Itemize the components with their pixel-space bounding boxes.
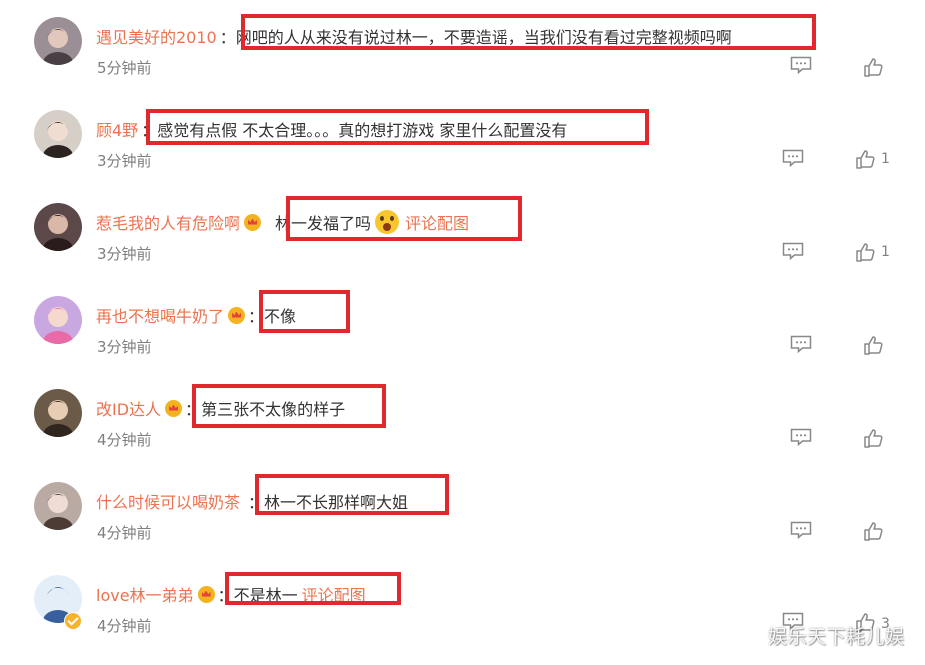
comment-icon[interactable] <box>790 335 812 353</box>
comment-icon[interactable] <box>790 521 812 539</box>
watermark: 娱乐天下耗儿娱 <box>768 626 905 648</box>
highlight-box <box>146 109 649 145</box>
verified-badge-icon <box>64 612 82 630</box>
comment-item: 惹毛我的人有危险啊 林一发福了吗 评论配图 3分钟前 1 <box>0 196 925 293</box>
highlight-box <box>192 384 386 428</box>
highlight-box <box>259 290 350 333</box>
username[interactable]: 再也不想喝牛奶了 <box>96 303 224 327</box>
avatar[interactable] <box>34 203 82 251</box>
highlight-box <box>286 196 522 241</box>
thumb-up-icon[interactable] <box>863 428 883 448</box>
username[interactable]: 遇见美好的2010 <box>96 24 217 48</box>
comment-item: 改ID达人 ： 第三张不太像的样子 4分钟前 <box>0 384 925 479</box>
vip-crown-icon <box>197 585 215 603</box>
timestamp: 4分钟前 <box>97 524 152 542</box>
timestamp: 3分钟前 <box>97 338 152 356</box>
comment-item: 遇见美好的2010 ： 网吧的人从来没有说过林一，不要造谣，当我们没有看过完整视… <box>0 14 925 107</box>
timestamp: 3分钟前 <box>97 152 152 170</box>
separator: ： <box>219 28 236 47</box>
comment-item: love林一弟弟 ： 不是林一 评论配图 4分钟前 3 <box>0 572 925 665</box>
username[interactable]: 顾4野 <box>96 117 138 141</box>
highlight-box <box>225 572 401 605</box>
avatar[interactable] <box>34 110 82 158</box>
comment-item: 顾4野 ： 感觉有点假 不太合理。。。真的想打游戏 家里什么配置没有 3分钟前 … <box>0 107 925 200</box>
timestamp: 4分钟前 <box>97 431 152 449</box>
comment-icon[interactable] <box>782 149 804 167</box>
comment-item: 什么时候可以喝奶茶 ： 林一不长那样啊大姐 4分钟前 <box>0 474 925 572</box>
vip-crown-icon <box>228 306 246 324</box>
thumb-up-icon[interactable] <box>863 335 883 355</box>
avatar[interactable] <box>34 17 82 65</box>
username[interactable]: 改ID达人 <box>96 396 161 420</box>
like-count: 1 <box>881 151 890 167</box>
vip-crown-icon <box>244 213 262 231</box>
highlight-box <box>241 14 816 50</box>
highlight-box <box>255 474 449 515</box>
username[interactable]: 什么时候可以喝奶茶 <box>96 489 240 513</box>
like-count: 1 <box>881 244 890 260</box>
timestamp: 3分钟前 <box>97 245 152 263</box>
thumb-up-icon[interactable] <box>855 242 875 262</box>
thumb-up-icon[interactable] <box>855 149 875 169</box>
vip-crown-icon <box>165 399 183 417</box>
thumb-up-icon[interactable] <box>863 57 883 77</box>
timestamp: 5分钟前 <box>97 59 152 77</box>
comment-icon[interactable] <box>790 428 812 446</box>
comment-icon[interactable] <box>790 56 812 74</box>
avatar[interactable] <box>34 296 82 344</box>
avatar[interactable] <box>34 389 82 437</box>
avatar[interactable] <box>34 482 82 530</box>
username[interactable]: 惹毛我的人有危险啊 <box>96 210 240 234</box>
username[interactable]: love林一弟弟 <box>96 582 194 606</box>
thumb-up-icon[interactable] <box>863 521 883 541</box>
comment-icon[interactable] <box>782 242 804 260</box>
timestamp: 4分钟前 <box>97 617 152 635</box>
comment-item: 再也不想喝牛奶了 ： 不像 3分钟前 <box>0 290 925 386</box>
